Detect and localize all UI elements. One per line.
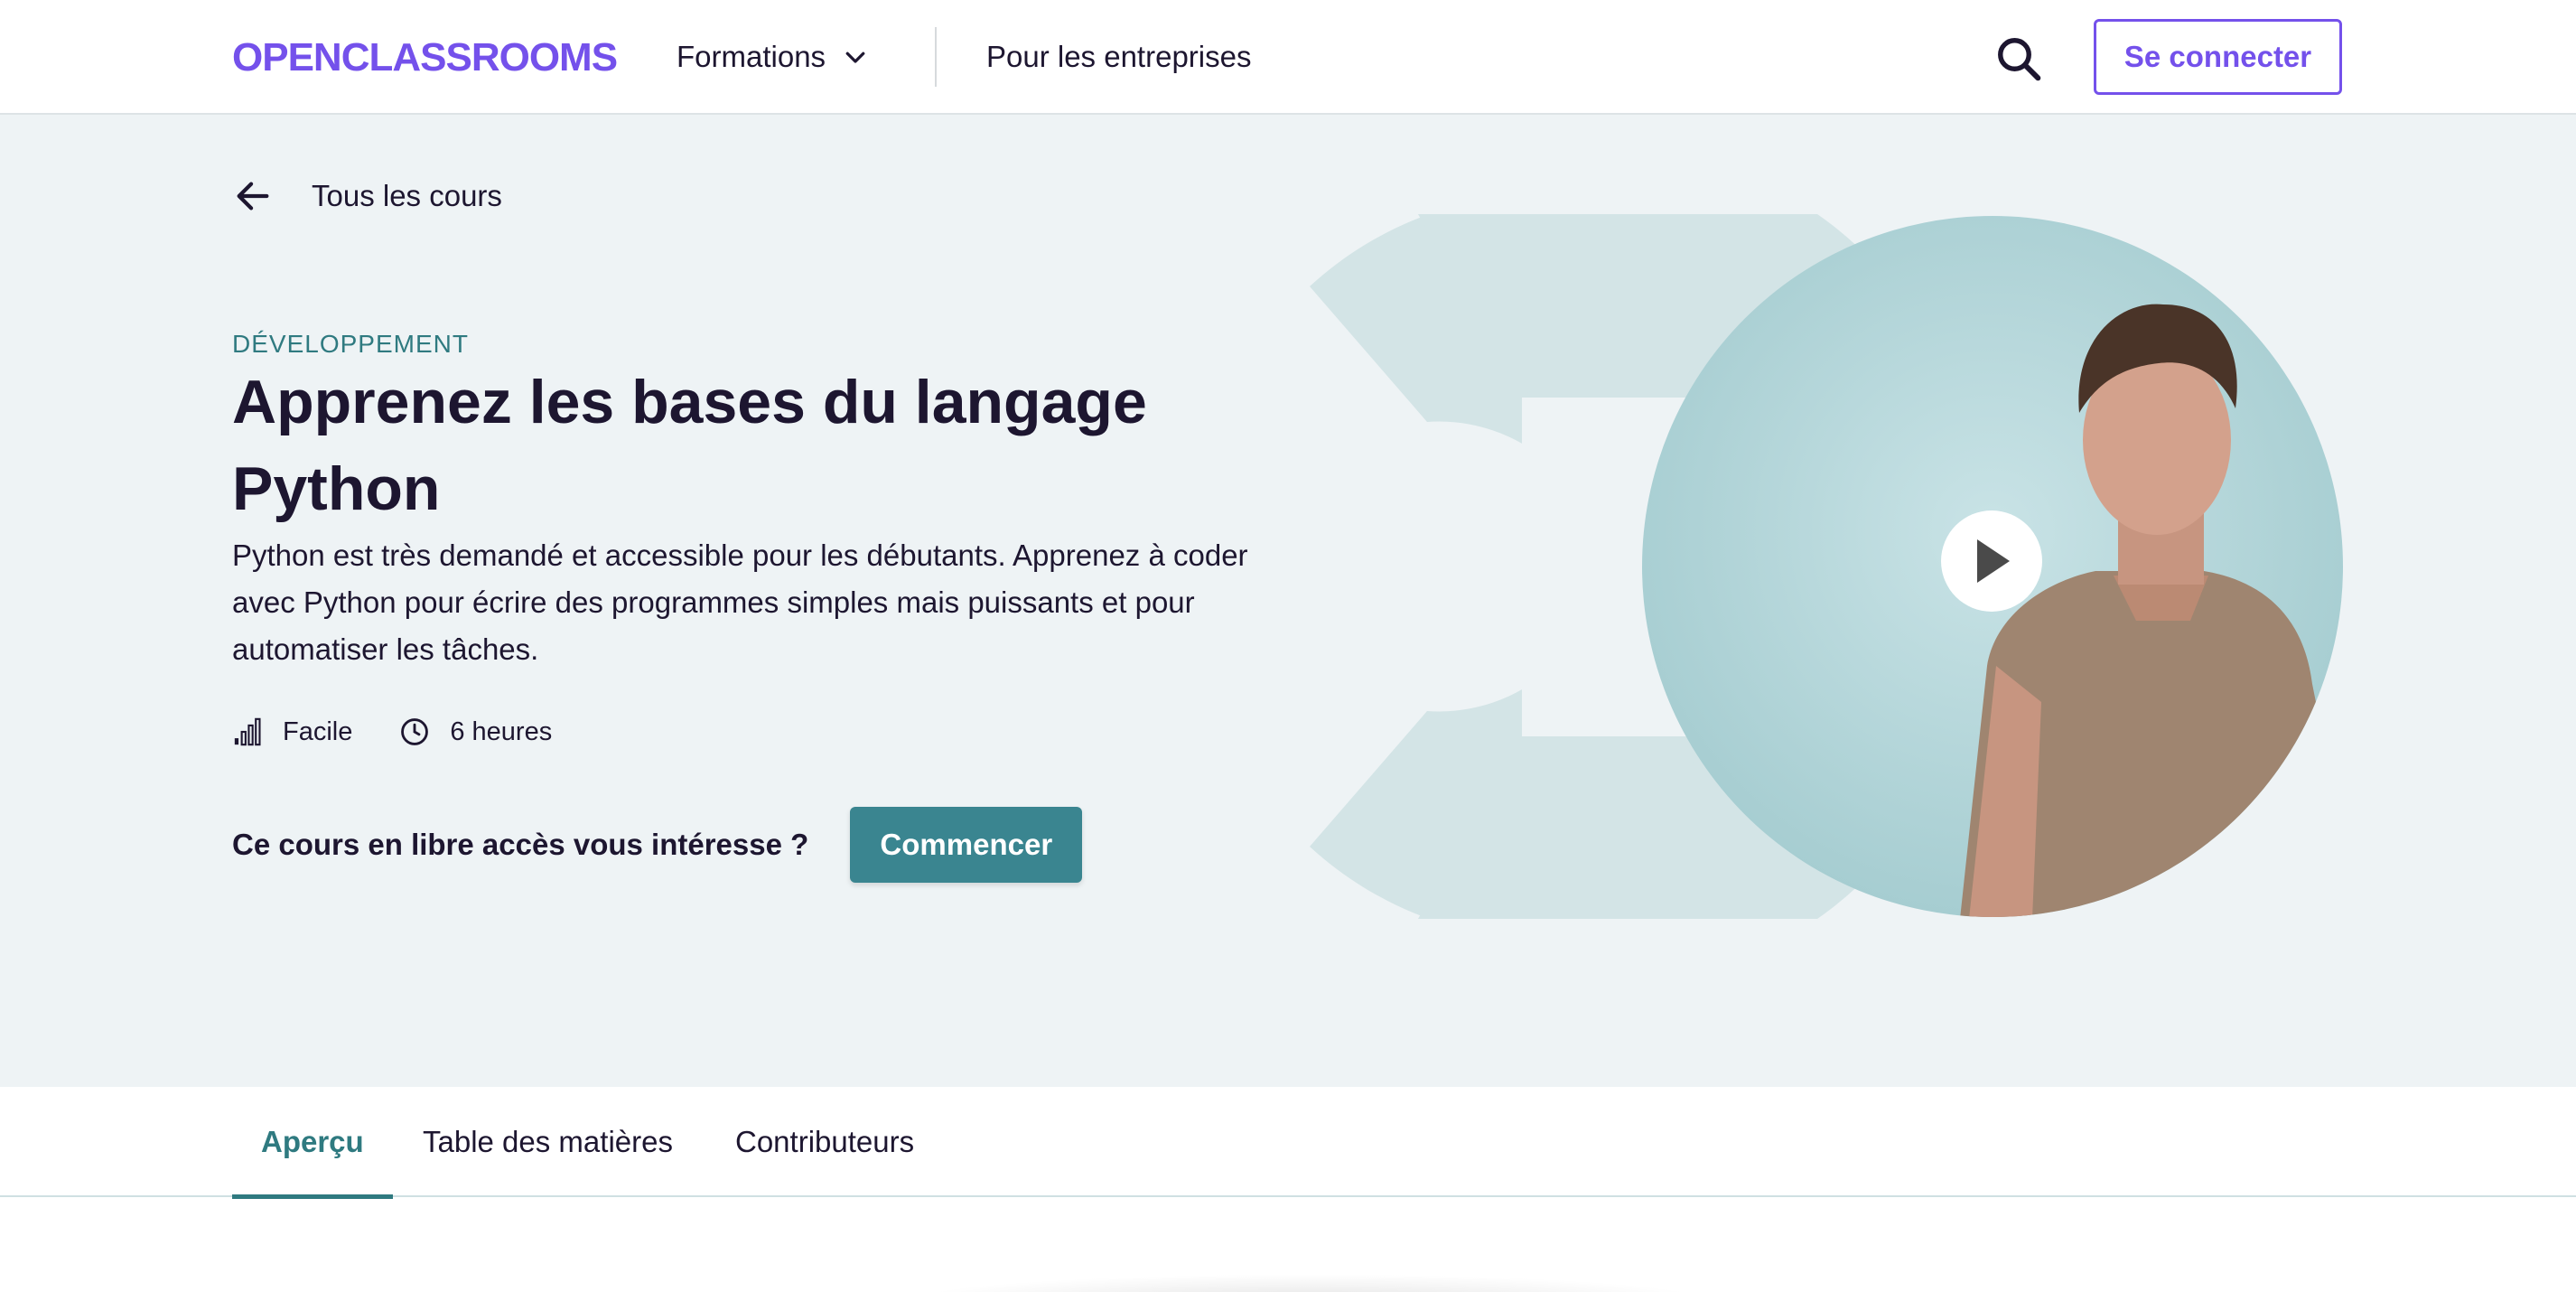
tab-apercu[interactable]: Aperçu: [232, 1087, 393, 1199]
back-label: Tous les cours: [312, 179, 502, 212]
difficulty-label: Facile: [283, 716, 353, 746]
arrow-left-icon: [237, 182, 269, 211]
login-button[interactable]: Se connecter: [2094, 19, 2342, 95]
clock-icon: [401, 718, 429, 745]
content-card-shadow: [903, 1274, 1716, 1292]
play-button[interactable]: [1941, 510, 2042, 612]
course-hero: Tous les cours DÉVELOPPEMENT Apprenez le…: [0, 115, 2576, 1087]
tab-contrib-label: Contributeurs: [735, 1125, 915, 1158]
back-to-courses-link[interactable]: Tous les cours: [232, 169, 502, 223]
course-tabs: Aperçu Table des matières Contributeurs: [0, 1087, 2576, 1199]
openclassrooms-logo[interactable]: OPENCLASSROOMS: [232, 33, 618, 83]
start-course-label: Commencer: [880, 828, 1053, 861]
formations-label: Formations: [677, 40, 826, 73]
tab-table-des-matieres[interactable]: Table des matières: [423, 1087, 673, 1197]
tab-table-label: Table des matières: [423, 1125, 673, 1158]
logo-text: OPENCLASSROOMS: [232, 35, 618, 80]
course-video-illustration: [1310, 214, 2343, 919]
chevron-down-icon: [845, 51, 865, 63]
tab-apercu-label: Aperçu: [261, 1125, 364, 1158]
entreprises-label: Pour les entreprises: [986, 40, 1252, 73]
cta-row: Ce cours en libre accès vous intéresse ?…: [232, 807, 1083, 883]
difficulty-bars-icon: [234, 717, 261, 746]
course-description: Python est très demandé et accessible po…: [232, 538, 1248, 666]
top-navigation-bar: OPENCLASSROOMS Formations Pour les entre…: [0, 0, 2576, 115]
start-course-button[interactable]: Commencer: [850, 807, 1083, 883]
course-category: DÉVELOPPEMENT: [232, 330, 469, 358]
search-icon[interactable]: [1994, 34, 2043, 83]
duration-label: 6 heures: [450, 716, 553, 746]
course-meta: Facile 6 heures: [232, 709, 552, 754]
login-label: Se connecter: [2123, 40, 2312, 73]
formations-menu[interactable]: Formations: [677, 34, 869, 80]
tab-contributeurs[interactable]: Contributeurs: [735, 1087, 914, 1197]
course-title: Apprenez les bases du langage Python: [232, 368, 1147, 523]
cta-question: Ce cours en libre accès vous intéresse ?: [232, 828, 809, 861]
nav-divider: [935, 27, 937, 87]
entreprises-link[interactable]: Pour les entreprises: [986, 34, 1251, 80]
